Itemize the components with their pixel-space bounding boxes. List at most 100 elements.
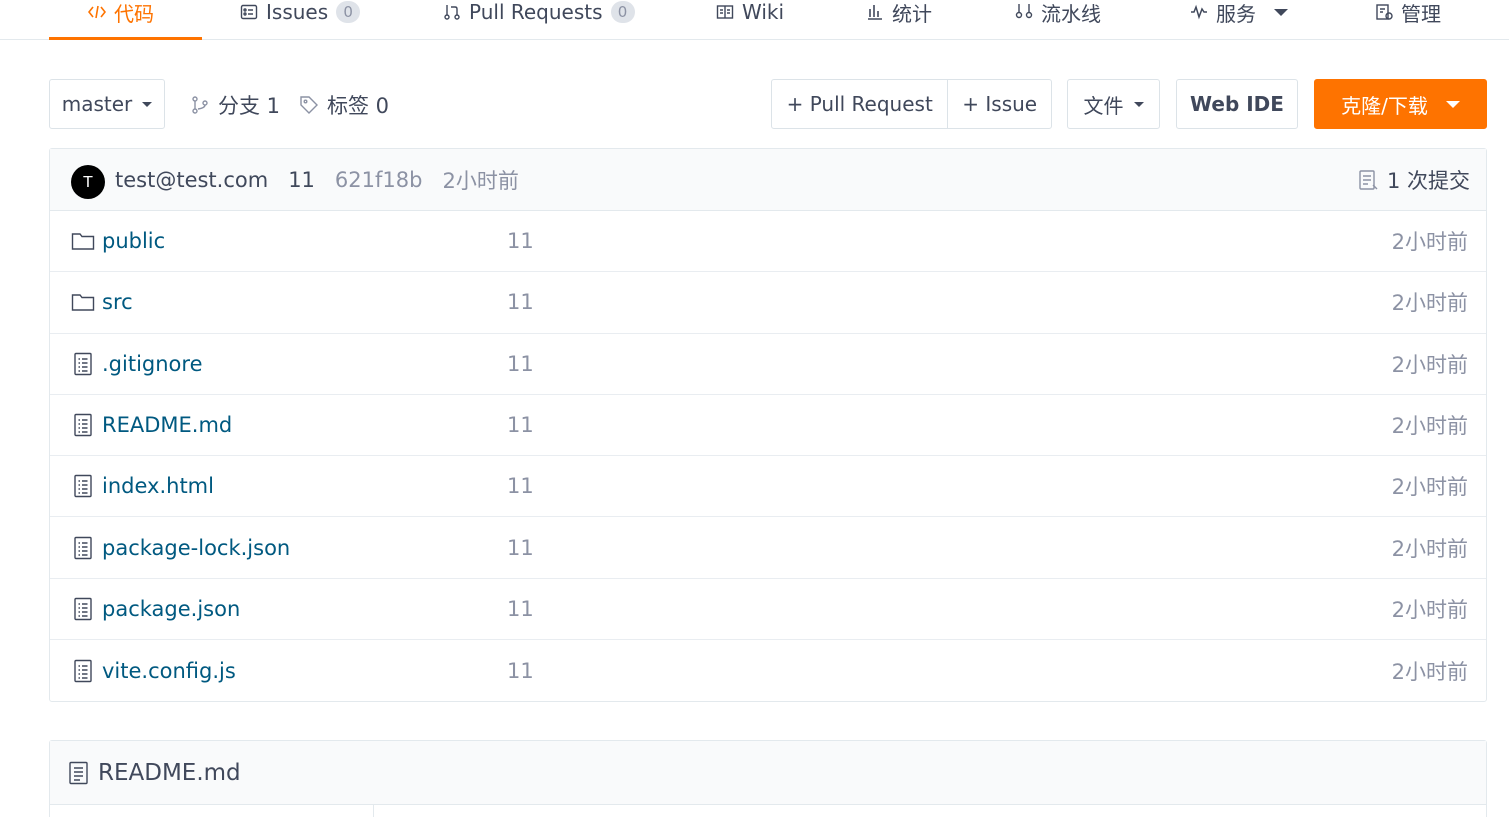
table-row[interactable]: README.md 11 2小时前 bbox=[50, 395, 1486, 457]
branch-select-label: master bbox=[61, 92, 133, 116]
tab-label: Issues bbox=[266, 0, 329, 24]
chevron-down-icon bbox=[1133, 101, 1144, 107]
chevron-down-icon bbox=[1274, 8, 1288, 16]
tab-label: Pull Requests bbox=[469, 0, 603, 24]
file-name-link[interactable]: package-lock.json bbox=[102, 536, 290, 560]
file-name-link[interactable]: package.json bbox=[102, 597, 240, 621]
issues-count-badge: 0 bbox=[336, 1, 361, 23]
commit-history-icon bbox=[1359, 170, 1378, 190]
tags-label: 标签 0 bbox=[327, 94, 390, 118]
file-name-link[interactable]: public bbox=[102, 229, 165, 253]
table-row[interactable]: public 11 2小时前 bbox=[50, 211, 1486, 273]
file-commit-time: 2小时前 bbox=[1391, 414, 1468, 439]
clone-download-button[interactable]: 克隆/下载 bbox=[1314, 79, 1487, 129]
file-commit-time: 2小时前 bbox=[1391, 597, 1468, 622]
file-icon bbox=[71, 352, 95, 376]
avatar[interactable]: T bbox=[71, 164, 105, 199]
chevron-down-icon bbox=[142, 101, 153, 107]
file-commit-time: 2小时前 bbox=[1391, 536, 1468, 561]
file-commit-time: 2小时前 bbox=[1391, 352, 1468, 377]
commit-message[interactable]: 11 bbox=[288, 168, 315, 192]
tab-label: 流水线 bbox=[1041, 1, 1101, 26]
file-icon bbox=[71, 659, 95, 683]
new-pull-request-button[interactable]: + Pull Request bbox=[772, 80, 947, 128]
file-icon bbox=[69, 761, 88, 784]
tab-pipeline[interactable]: 流水线 bbox=[1015, 0, 1101, 32]
latest-commit-bar: T test@test.com 11 621f18b 2小时前 1 次提交 bbox=[50, 149, 1486, 211]
file-commit-message[interactable]: 11 bbox=[507, 352, 534, 376]
tab-label: 代码 bbox=[114, 1, 154, 26]
file-commit-time: 2小时前 bbox=[1391, 291, 1468, 316]
readme-header: README.md bbox=[50, 741, 1486, 805]
commit-author[interactable]: test@test.com bbox=[115, 168, 268, 192]
table-row[interactable]: index.html 11 2小时前 bbox=[50, 456, 1486, 518]
file-commit-time: 2小时前 bbox=[1391, 475, 1468, 500]
file-commit-time: 2小时前 bbox=[1391, 659, 1468, 684]
branches-link[interactable]: 分支 1 bbox=[190, 88, 280, 122]
clone-download-label: 克隆/下载 bbox=[1341, 93, 1428, 118]
file-commit-message[interactable]: 11 bbox=[507, 597, 534, 621]
tags-link[interactable]: 标签 0 bbox=[299, 88, 389, 122]
tag-icon bbox=[300, 96, 318, 114]
file-list: T test@test.com 11 621f18b 2小时前 1 次提交 pu… bbox=[49, 148, 1487, 702]
branch-icon bbox=[192, 96, 208, 114]
table-row[interactable]: .gitignore 11 2小时前 bbox=[50, 334, 1486, 395]
create-button-group: + Pull Request + Issue bbox=[771, 79, 1052, 129]
commit-time: 2小时前 bbox=[442, 168, 519, 193]
web-ide-label: Web IDE bbox=[1190, 92, 1284, 116]
file-commit-message[interactable]: 11 bbox=[507, 229, 534, 253]
pipeline-icon bbox=[1015, 4, 1033, 19]
file-name-link[interactable]: src bbox=[102, 290, 133, 314]
file-menu-button[interactable]: 文件 bbox=[1067, 79, 1160, 129]
tab-manage[interactable]: 管理 bbox=[1375, 0, 1441, 32]
file-commit-message[interactable]: 11 bbox=[507, 474, 534, 498]
table-row[interactable]: package-lock.json 11 2小时前 bbox=[50, 517, 1486, 579]
file-name-link[interactable]: index.html bbox=[102, 474, 214, 498]
active-tab-indicator bbox=[49, 37, 202, 40]
file-icon bbox=[71, 474, 95, 498]
readme-panel: README.md bbox=[49, 740, 1487, 817]
tab-label: 服务 bbox=[1216, 1, 1256, 26]
file-commit-message[interactable]: 11 bbox=[507, 536, 534, 560]
file-icon bbox=[71, 413, 95, 437]
tab-label: 统计 bbox=[892, 1, 932, 26]
issues-icon bbox=[240, 4, 258, 20]
pull-requests-count-badge: 0 bbox=[610, 1, 635, 23]
folder-icon bbox=[71, 229, 95, 253]
file-commit-message[interactable]: 11 bbox=[507, 413, 534, 437]
pull-request-icon bbox=[444, 5, 460, 20]
tab-issues[interactable]: Issues 0 bbox=[240, 0, 361, 32]
tab-label: Wiki bbox=[742, 0, 785, 24]
branch-select[interactable]: master bbox=[49, 79, 165, 129]
tab-stats[interactable]: 统计 bbox=[866, 0, 932, 32]
table-row[interactable]: vite.config.js 11 2小时前 bbox=[50, 640, 1486, 701]
wiki-icon bbox=[716, 5, 734, 19]
tab-pull-requests[interactable]: Pull Requests 0 bbox=[443, 0, 635, 32]
file-name-link[interactable]: vite.config.js bbox=[102, 659, 236, 683]
file-commit-message[interactable]: 11 bbox=[507, 290, 534, 314]
readme-divider bbox=[373, 805, 374, 817]
stats-icon bbox=[868, 5, 882, 20]
file-menu-label: 文件 bbox=[1083, 93, 1124, 118]
table-row[interactable]: src 11 2小时前 bbox=[50, 272, 1486, 334]
branches-label: 分支 1 bbox=[218, 94, 281, 118]
tab-wiki[interactable]: Wiki bbox=[716, 0, 784, 32]
file-commit-message[interactable]: 11 bbox=[507, 659, 534, 683]
tab-code[interactable]: 代码 bbox=[88, 0, 154, 32]
services-icon bbox=[1191, 4, 1207, 20]
commit-count-link[interactable]: 1 次提交 bbox=[1357, 149, 1470, 211]
file-commit-time: 2小时前 bbox=[1391, 230, 1468, 255]
file-icon bbox=[71, 597, 95, 621]
chevron-down-icon bbox=[1445, 100, 1460, 108]
tab-services[interactable]: 服务 bbox=[1190, 0, 1288, 32]
table-row[interactable]: package.json 11 2小时前 bbox=[50, 579, 1486, 641]
commit-count-label: 1 次提交 bbox=[1386, 169, 1470, 193]
tab-label: 管理 bbox=[1401, 1, 1441, 26]
web-ide-button[interactable]: Web IDE bbox=[1176, 79, 1298, 129]
folder-icon bbox=[71, 290, 95, 314]
commit-sha[interactable]: 621f18b bbox=[335, 168, 423, 192]
new-issue-button[interactable]: + Issue bbox=[947, 80, 1051, 128]
file-name-link[interactable]: .gitignore bbox=[102, 352, 203, 376]
file-name-link[interactable]: README.md bbox=[102, 413, 232, 437]
repo-tab-bar: 代码 Issues 0 Pull Requests 0 Wiki 统计 流水线 … bbox=[0, 0, 1509, 40]
